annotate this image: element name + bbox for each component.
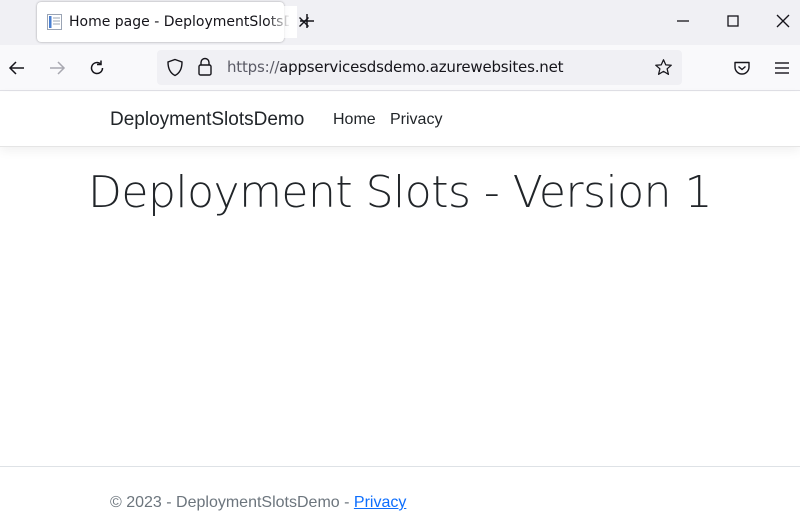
maximize-icon[interactable]	[724, 12, 742, 30]
back-arrow-icon[interactable]	[7, 58, 27, 78]
nav-link-home[interactable]: Home	[333, 111, 376, 129]
window-close-icon[interactable]	[774, 12, 792, 30]
site-footer: © 2023 - DeploymentSlotsDemo - Privacy	[0, 466, 800, 521]
bookmark-star-icon[interactable]	[654, 58, 673, 77]
browser-tab[interactable]: Home page - DeploymentSlotsDemo	[37, 2, 309, 42]
tab-strip: Home page - DeploymentSlotsDemo	[0, 0, 800, 45]
new-tab-plus-icon[interactable]	[297, 11, 317, 31]
site-header: DeploymentSlotsDemo Home Privacy	[0, 92, 800, 147]
tab-title-fade	[267, 6, 297, 38]
url-host: appservicesdsdemo.azurewebsites.net	[279, 58, 564, 76]
pocket-icon[interactable]	[732, 58, 752, 78]
forward-arrow-icon[interactable]	[47, 58, 67, 78]
minimize-icon[interactable]	[674, 12, 692, 30]
address-bar[interactable]: https://appservicesdsdemo.azurewebsites.…	[157, 50, 682, 85]
tracking-protection-shield-icon[interactable]	[166, 58, 184, 77]
lock-icon[interactable]	[197, 57, 213, 77]
browser-toolbar: https://appservicesdsdemo.azurewebsites.…	[0, 45, 800, 91]
nav-link-privacy[interactable]: Privacy	[390, 111, 442, 129]
page-favicon-icon	[47, 14, 62, 30]
page-heading: Deployment Slots - Version 1	[88, 167, 713, 218]
tab-title: Home page - DeploymentSlotsDemo	[69, 14, 289, 30]
url-scheme: https://	[227, 58, 280, 76]
footer-text: © 2023 - DeploymentSlotsDemo - Privacy	[110, 494, 406, 512]
url-text[interactable]: https://appservicesdsdemo.azurewebsites.…	[227, 59, 563, 76]
footer-copyright: © 2023 - DeploymentSlotsDemo -	[110, 494, 354, 511]
footer-privacy-link[interactable]: Privacy	[354, 494, 406, 511]
reload-icon[interactable]	[87, 58, 107, 78]
site-brand-link[interactable]: DeploymentSlotsDemo	[110, 109, 304, 131]
hamburger-menu-icon[interactable]	[772, 58, 792, 78]
